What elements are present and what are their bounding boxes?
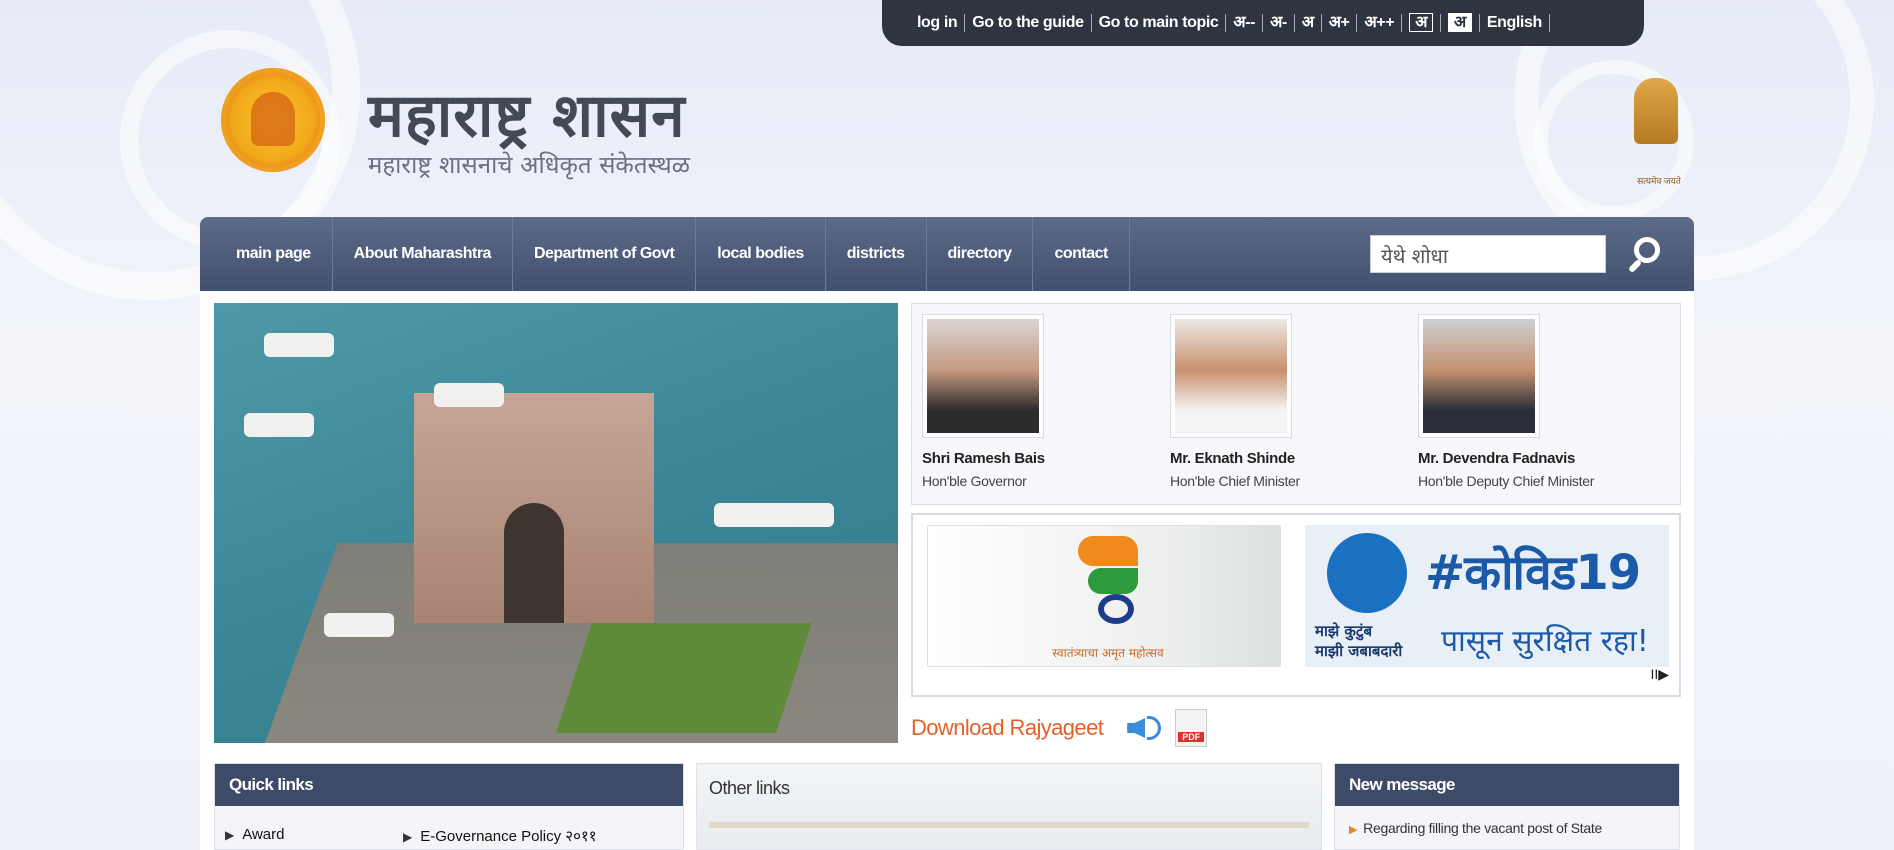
arrow-icon: ▶ (403, 830, 413, 844)
other-links-divider (709, 822, 1309, 828)
quick-link-label: E-Governance Policy २०११ (420, 828, 597, 845)
family-icon (1327, 533, 1407, 613)
nav-department[interactable]: Department of Govt (513, 217, 697, 291)
news-item[interactable]: ▶ Regarding filling the vacant post of St… (1335, 806, 1679, 836)
new-message-panel: New message ▶ Regarding filling the vacan… (1334, 763, 1680, 850)
leader-face (1175, 319, 1287, 433)
hero-boat (714, 503, 834, 527)
speaker-body (1127, 718, 1146, 738)
nav-districts[interactable]: districts (826, 217, 927, 291)
logo-chakra (1098, 594, 1134, 624)
carousel-pause-play-button[interactable]: II▶ (1650, 666, 1669, 683)
hero-image-gateway-of-india (214, 303, 898, 743)
news-item-label: Regarding filling the vacant post of Sta… (1363, 820, 1602, 836)
other-links-panel: Other links (696, 763, 1322, 850)
leader-photo (1418, 314, 1540, 438)
covid-line2: माझी जबाबदारी (1315, 642, 1403, 660)
search-button[interactable] (1624, 233, 1666, 275)
covid-line3: पासून सुरक्षित रहा! (1441, 624, 1649, 659)
quick-link-item[interactable]: ▶ E-Governance Policy २०११ (403, 826, 597, 846)
amrit-mahotsav-logo (1078, 536, 1138, 626)
leader-role: Hon'ble Governor (922, 473, 1027, 489)
site-title: महाराष्ट्र शासन (368, 81, 686, 151)
pdf-label: PDF (1178, 732, 1205, 742)
leader-card[interactable]: Shri Ramesh Bais Hon'ble Governor (922, 314, 1162, 489)
font-size-normal[interactable]: अ (1294, 14, 1322, 32)
leader-name: Mr. Eknath Shinde (1170, 450, 1295, 467)
hero-boat (434, 383, 504, 407)
main-topic-link[interactable]: Go to main topic (1091, 14, 1227, 32)
speaker-wave (1147, 716, 1162, 740)
leader-name: Mr. Devendra Fadnavis (1418, 450, 1576, 467)
leader-photo (1170, 314, 1292, 438)
search-input[interactable]: येथे शोधा (1370, 235, 1606, 273)
quick-links-title: Quick links (215, 764, 683, 806)
nav-local-bodies[interactable]: local bodies (696, 217, 826, 291)
hero-gate (414, 393, 654, 623)
contrast-dark-label: अ (1409, 13, 1434, 32)
site-subtitle: महाराष्ट्र शासनाचे अधिकृत संकेतस्थळ (368, 151, 690, 179)
other-links-title: Other links (709, 778, 790, 798)
amrit-mahotsav-banner[interactable]: स्वातंत्र्याचा अमृत महोत्सव (927, 525, 1281, 667)
rajyageet-link[interactable]: Download Rajyageet (911, 715, 1104, 741)
maharashtra-emblem-logo[interactable] (221, 68, 325, 172)
main-nav: main page About Maharashtra Department o… (200, 217, 1694, 291)
hero-boat (264, 333, 334, 357)
contrast-dark-toggle[interactable]: अ (1402, 13, 1442, 32)
nav-about-maharashtra[interactable]: About Maharashtra (333, 217, 513, 291)
leader-role: Hon'ble Deputy Chief Minister (1418, 473, 1595, 489)
leader-role: Hon'ble Chief Minister (1170, 473, 1300, 489)
quick-links-panel: Quick links ▶ Award ▶ E-Governance Policy … (214, 763, 684, 850)
nav-directory[interactable]: directory (927, 217, 1034, 291)
quick-link-label: Award (242, 826, 285, 843)
utility-bar: log in Go to the guide Go to main topic … (882, 0, 1644, 46)
search-icon-handle (1627, 258, 1643, 274)
hero-boat (324, 613, 394, 637)
leader-photo (922, 314, 1044, 438)
covid-banner[interactable]: #कोविड19 माझे कुटुंब माझी जबाबदारी पासून… (1305, 525, 1669, 667)
covid-tag: #कोविड19 (1425, 545, 1641, 601)
font-size-larger[interactable]: अ+ (1321, 14, 1358, 32)
contrast-light-toggle[interactable]: अ (1441, 13, 1480, 32)
arrow-icon: ▶ (1349, 824, 1358, 836)
nav-main-page[interactable]: main page (200, 217, 333, 291)
language-link[interactable]: English (1479, 14, 1550, 32)
covid-line1: माझे कुटुंब (1315, 622, 1373, 640)
quick-link-item[interactable]: ▶ Award (225, 826, 284, 843)
leader-card[interactable]: Mr. Eknath Shinde Hon'ble Chief Minister (1170, 314, 1410, 489)
leader-name: Shri Ramesh Bais (922, 450, 1045, 467)
new-message-title: New message (1335, 764, 1679, 806)
amrit-caption: स्वातंत्र्याचा अमृत महोत्सव (1052, 646, 1164, 660)
font-size-smallest[interactable]: अ-- (1226, 14, 1264, 32)
logo-green (1088, 568, 1138, 594)
hero-garden (556, 623, 812, 733)
font-size-largest[interactable]: अ++ (1357, 14, 1403, 32)
leaders-panel: Shri Ramesh Bais Hon'ble Governor Mr. Ek… (911, 303, 1681, 505)
arrow-icon: ▶ (225, 828, 235, 842)
nav-contact[interactable]: contact (1033, 217, 1130, 291)
rajyageet-download: Download Rajyageet PDF (911, 709, 1208, 747)
emblem-motto: सत्यमेव जयते (1637, 176, 1681, 186)
national-emblem-logo: सत्यमेव जयते (1628, 78, 1684, 186)
hero-boat (244, 413, 314, 437)
pdf-icon[interactable]: PDF (1175, 709, 1208, 747)
font-size-smaller[interactable]: अ- (1263, 14, 1295, 32)
contrast-light-label: अ (1448, 13, 1472, 32)
leader-card[interactable]: Mr. Devendra Fadnavis Hon'ble Deputy Chi… (1418, 314, 1658, 489)
leader-face (1423, 319, 1535, 433)
leader-face (927, 319, 1039, 433)
login-link[interactable]: log in (910, 14, 966, 32)
banner-carousel: स्वातंत्र्याचा अमृत महोत्सव #कोविड19 माझ… (911, 513, 1681, 697)
lion-capital-icon (1634, 78, 1678, 144)
logo-orange (1078, 536, 1138, 566)
guide-link[interactable]: Go to the guide (965, 14, 1092, 32)
main-content: Shri Ramesh Bais Hon'ble Governor Mr. Ek… (200, 291, 1694, 850)
speaker-icon[interactable] (1127, 710, 1167, 746)
